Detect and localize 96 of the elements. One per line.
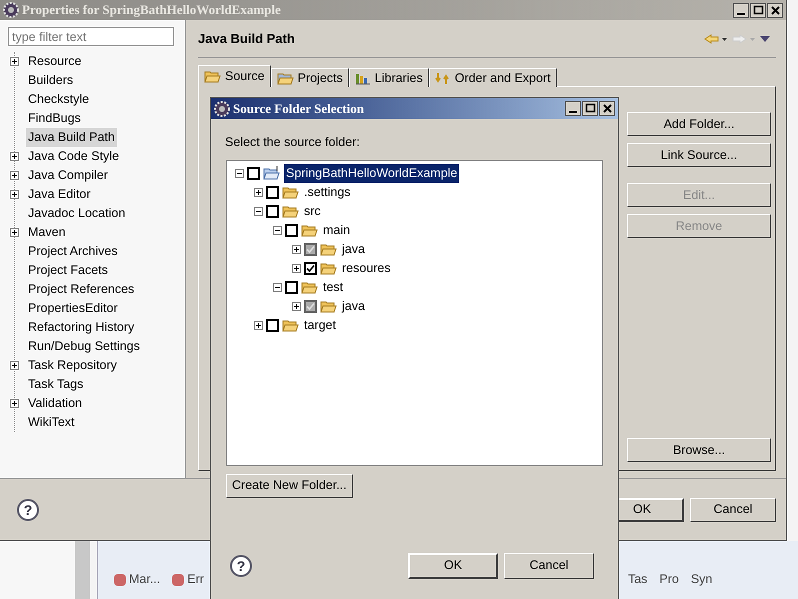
sidebar-item[interactable]: Project Archives (26, 242, 120, 261)
folder-icon (320, 300, 337, 313)
create-folder-button[interactable]: Create New Folder... (226, 474, 353, 498)
project-folder-icon (263, 166, 281, 180)
sidebar-item[interactable]: Java Build Path (26, 128, 117, 147)
folder-icon (301, 224, 318, 237)
expand-icon (10, 399, 19, 408)
sidebar-item[interactable]: Java Editor (26, 185, 93, 204)
folder-icon (282, 318, 299, 332)
view-tab[interactable]: Pro (659, 570, 679, 589)
tree-item[interactable]: test (321, 278, 346, 297)
gear-icon (214, 100, 230, 116)
expand-icon (10, 190, 19, 199)
window-title: Properties for SpringBathHelloWorldExample (22, 1, 282, 20)
dialog-title: Source Folder Selection (233, 100, 365, 118)
sidebar-item[interactable]: WikiText (26, 413, 77, 432)
checkbox[interactable] (304, 242, 317, 256)
dialog-prompt: Select the source folder: (225, 134, 361, 151)
sidebar-item[interactable]: Resource (26, 52, 84, 71)
tree-item[interactable]: resoures (340, 258, 393, 278)
view-menu-button[interactable] (760, 36, 770, 42)
sidebar-item[interactable]: Checkstyle (26, 90, 92, 109)
arrows-icon (434, 72, 451, 84)
cancel-button[interactable]: Cancel (504, 552, 594, 579)
help-button[interactable]: ? (230, 554, 252, 577)
maximize-icon (752, 4, 764, 16)
checkbox[interactable] (266, 318, 279, 332)
sidebar-item[interactable]: Project Facets (26, 261, 110, 280)
folder-icon (204, 70, 221, 83)
tab[interactable]: Libraries (348, 68, 429, 87)
minimize-icon (569, 111, 577, 113)
sidebar-item[interactable]: Builders (26, 71, 76, 90)
cancel-button[interactable]: Cancel (690, 498, 776, 522)
folder-icon (276, 72, 294, 84)
checkbox[interactable] (285, 280, 298, 294)
sidebar-item[interactable]: Java Code Style (26, 147, 122, 166)
sidebar-item[interactable]: Maven (26, 223, 68, 242)
close-button[interactable] (767, 2, 783, 18)
folder-icon (282, 204, 299, 218)
folder-icon (320, 242, 337, 256)
view-tab[interactable]: Err (172, 570, 204, 589)
browse-button[interactable]: Browse... (627, 438, 771, 462)
tree-item[interactable]: .settings (302, 182, 353, 202)
tree-item[interactable]: src (302, 202, 323, 221)
view-tab[interactable]: Tas (628, 570, 648, 589)
checkbox[interactable] (266, 186, 279, 199)
folder-icon (282, 186, 299, 199)
sidebar-item[interactable]: Run/Debug Settings (26, 337, 142, 356)
tab[interactable]: Order and Export (428, 68, 557, 87)
sidebar-item[interactable]: Task Repository (26, 356, 119, 375)
sidebar-item[interactable]: Java Compiler (26, 166, 110, 185)
minimize-icon (737, 12, 745, 14)
view-tab[interactable]: Syn (690, 570, 712, 589)
maximize-button[interactable] (750, 2, 766, 18)
side-button[interactable]: Link Source... (627, 143, 771, 167)
sidebar-item[interactable]: Task Tags (26, 375, 86, 394)
tree-item[interactable]: java (340, 296, 367, 316)
checkbox[interactable] (304, 262, 317, 275)
close-icon (768, 4, 782, 16)
side-button[interactable]: Add Folder... (627, 112, 771, 136)
minimize-button[interactable] (565, 101, 581, 116)
help-button[interactable]: ? (17, 498, 39, 520)
sidebar-item[interactable]: Refactoring History (26, 318, 136, 337)
sidebar-item[interactable]: Validation (26, 394, 84, 413)
folder-icon (301, 280, 318, 294)
checkbox[interactable] (304, 300, 317, 313)
minimize-button[interactable] (733, 2, 749, 18)
maximize-icon (584, 102, 596, 115)
tab[interactable]: Projects (270, 68, 349, 87)
ok-button[interactable]: OK (408, 552, 498, 579)
tree-item[interactable]: java (340, 240, 367, 259)
checkbox[interactable] (266, 204, 279, 218)
expand-icon (10, 152, 19, 161)
close-button[interactable] (599, 101, 615, 116)
folder-icon (320, 262, 337, 275)
back-button[interactable] (704, 34, 728, 44)
gear-icon (3, 2, 19, 18)
expand-icon (10, 57, 19, 66)
tree-item[interactable]: target (302, 316, 338, 335)
sidebar-item[interactable]: Javadoc Location (26, 204, 128, 223)
sidebar-item[interactable]: FindBugs (26, 109, 83, 128)
sidebar-item[interactable]: PropertiesEditor (26, 299, 120, 318)
close-icon (600, 102, 614, 115)
maximize-button[interactable] (582, 101, 598, 116)
checkbox[interactable] (247, 166, 260, 180)
expand-icon (10, 171, 19, 180)
tree-item[interactable]: SpringBathHelloWorldExample (284, 164, 460, 183)
tab[interactable]: Source (198, 65, 271, 87)
page-title: Java Build Path (198, 30, 295, 48)
expand-icon (10, 228, 19, 237)
tree-item[interactable]: main (321, 220, 352, 240)
filter-field[interactable]: type filter text (8, 27, 174, 46)
view-tab[interactable]: Mar... (114, 570, 160, 589)
expand-icon (10, 361, 19, 370)
sidebar-item[interactable]: Project References (26, 280, 136, 299)
checkbox[interactable] (285, 224, 298, 237)
